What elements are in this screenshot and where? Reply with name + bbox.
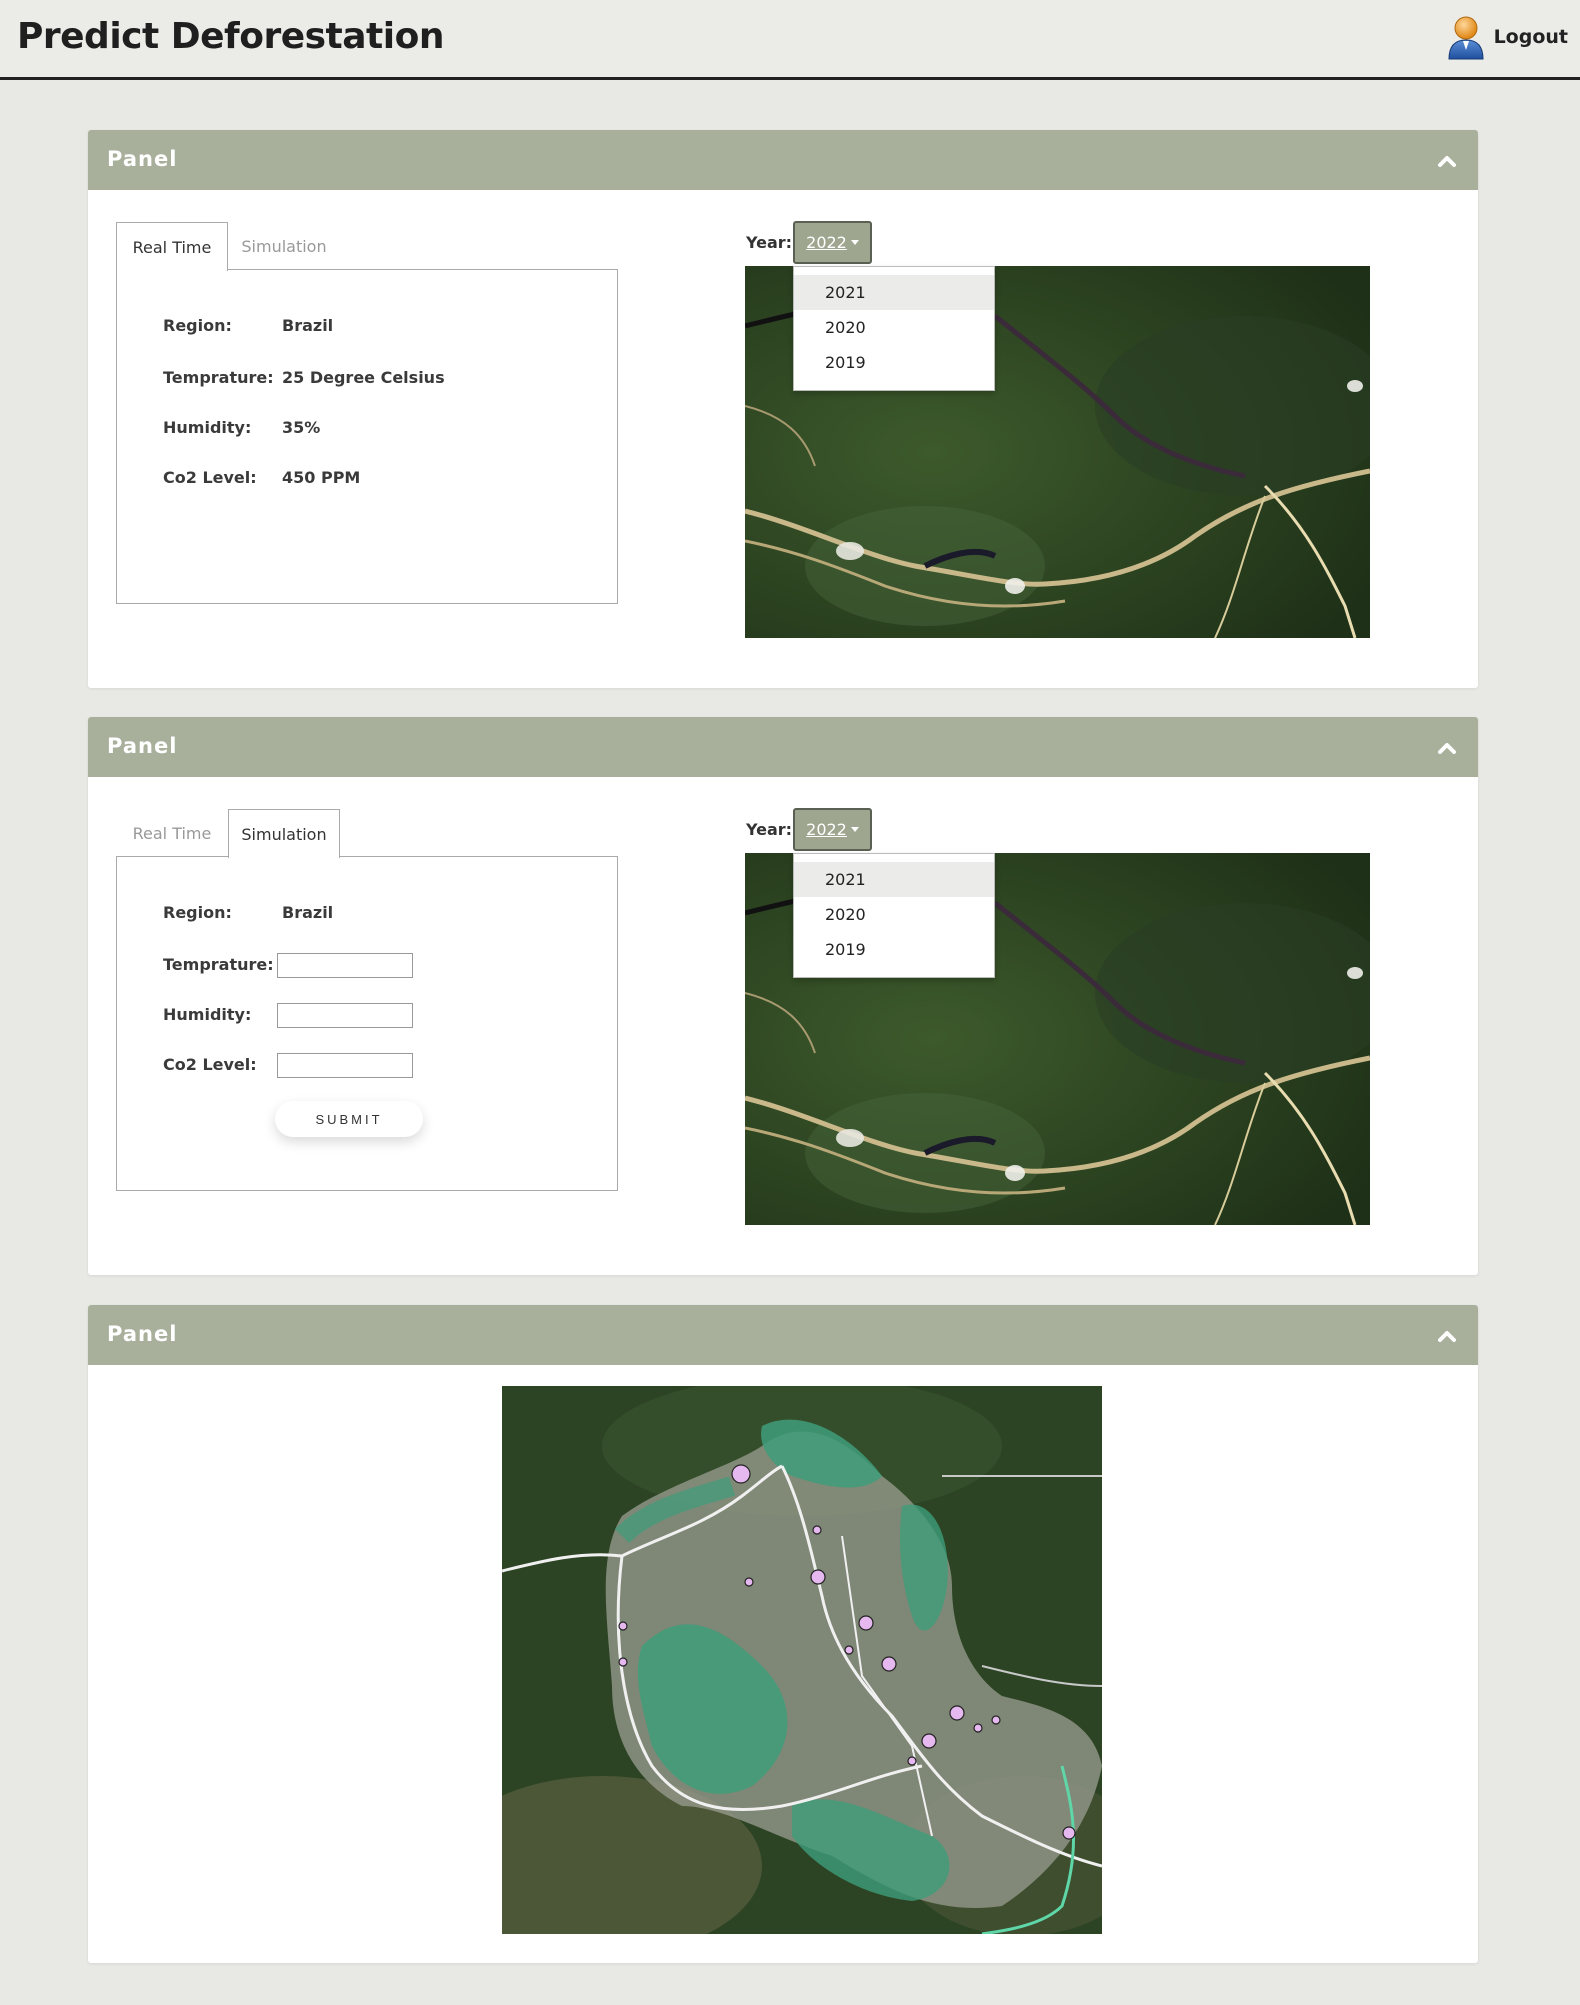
panel-header: Panel — [88, 130, 1478, 190]
panel-title: Panel — [107, 734, 178, 758]
panel-header: Panel — [88, 1305, 1478, 1365]
panel-body — [88, 1365, 1478, 1963]
year-dropdown-menu: 2021 2020 2019 — [793, 853, 995, 978]
co2-input[interactable] — [277, 1053, 413, 1078]
year-selected: 2022 — [806, 233, 847, 252]
logout-label: Logout — [1493, 26, 1568, 48]
humidity-value: 35% — [282, 418, 321, 437]
panel-simulation: Panel Real Time Simulation Region: Brazi… — [88, 717, 1478, 1275]
year-option-2021[interactable]: 2021 — [794, 862, 994, 897]
co2-label: Co2 Level: — [163, 468, 257, 487]
year-label: Year: — [746, 820, 793, 839]
panel-title: Panel — [107, 147, 178, 171]
year-option-2020[interactable]: 2020 — [794, 897, 994, 932]
region-value: Brazil — [282, 316, 334, 335]
top-bar: Predict Deforestation Logout — [0, 0, 1580, 80]
panel-map: Panel — [88, 1305, 1478, 1963]
year-label: Year: — [746, 233, 793, 252]
submit-button[interactable]: SUBMIT — [275, 1101, 423, 1137]
temperature-label: Temprature: — [163, 955, 274, 974]
panel-title: Panel — [107, 1322, 178, 1346]
region-value: Brazil — [282, 903, 334, 922]
caret-down-icon — [850, 827, 859, 832]
humidity-input[interactable] — [277, 1003, 413, 1028]
tab-real-time[interactable]: Real Time — [116, 809, 228, 857]
panel-body: Real Time Simulation Region: Brazil Temp… — [88, 190, 1478, 688]
year-select[interactable]: 2022 — [793, 221, 872, 264]
humidity-label: Humidity: — [163, 1005, 252, 1024]
caret-down-icon — [850, 240, 859, 245]
year-dropdown-menu: 2021 2020 2019 — [793, 266, 995, 391]
panel-realtime: Panel Real Time Simulation Region: Brazi… — [88, 130, 1478, 688]
app-title: Predict Deforestation — [17, 16, 444, 57]
tab-content: Region: Brazil Temprature: 25 Degree Cel… — [116, 269, 618, 604]
tab-content: Region: Brazil Temprature: Humidity: Co2… — [116, 856, 618, 1191]
tab-simulation[interactable]: Simulation — [228, 809, 340, 858]
year-option-2019[interactable]: 2019 — [794, 932, 994, 967]
region-label: Region: — [163, 316, 232, 335]
year-option-2019[interactable]: 2019 — [794, 345, 994, 380]
temperature-value: 25 Degree Celsius — [282, 368, 445, 387]
year-select[interactable]: 2022 — [793, 808, 872, 851]
panel-header: Panel — [88, 717, 1478, 777]
tab-bar: Real Time Simulation — [116, 222, 340, 271]
chevron-up-icon[interactable] — [1432, 1321, 1462, 1351]
user-avatar-icon — [1446, 14, 1486, 60]
temperature-input[interactable] — [277, 953, 413, 978]
year-option-2021[interactable]: 2021 — [794, 275, 994, 310]
tab-simulation[interactable]: Simulation — [228, 222, 340, 270]
year-option-2020[interactable]: 2020 — [794, 310, 994, 345]
tab-real-time[interactable]: Real Time — [116, 222, 228, 271]
tab-bar: Real Time Simulation — [116, 809, 340, 858]
co2-label: Co2 Level: — [163, 1055, 257, 1074]
panel-body: Real Time Simulation Region: Brazil Temp… — [88, 777, 1478, 1275]
region-label: Region: — [163, 903, 232, 922]
chevron-up-icon[interactable] — [1432, 146, 1462, 176]
chevron-up-icon[interactable] — [1432, 733, 1462, 763]
co2-value: 450 PPM — [282, 468, 361, 487]
year-selected: 2022 — [806, 820, 847, 839]
logout-button[interactable]: Logout — [1446, 14, 1568, 60]
temperature-label: Temprature: — [163, 368, 274, 387]
humidity-label: Humidity: — [163, 418, 252, 437]
deforestation-map — [502, 1386, 1102, 1934]
